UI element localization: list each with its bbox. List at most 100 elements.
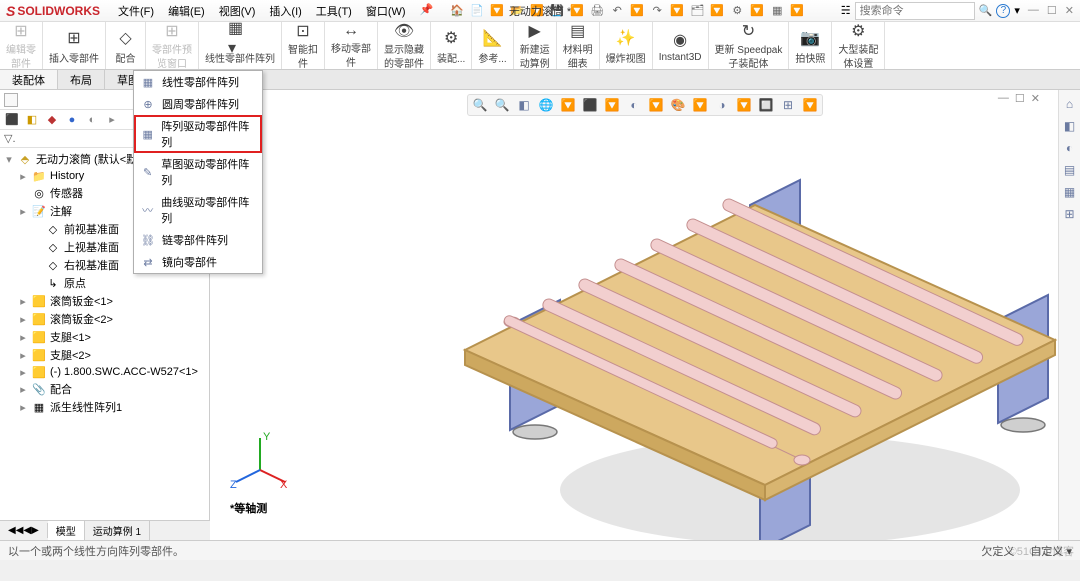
help-dd-icon[interactable]: ▾ — [1014, 4, 1020, 17]
dropdown-item-4[interactable]: 〰曲线驱动零部件阵列 — [134, 191, 262, 229]
tree-node-10[interactable]: ▸🟨支腿<2> — [0, 346, 209, 364]
search-input[interactable] — [855, 2, 975, 20]
panel-tab-4[interactable]: ◐ — [84, 112, 100, 128]
viewbar-btn-12[interactable]: 🔽 — [736, 97, 752, 113]
dropdown-item-2[interactable]: ▦阵列驱动零部件阵列 — [134, 115, 262, 153]
sub-maximize-button[interactable]: ☐ — [1015, 92, 1025, 105]
ribbon-cmd-12[interactable]: ✨爆炸视图 — [600, 22, 653, 69]
tree-node-8[interactable]: ▸🟨滚筒钣金<2> — [0, 310, 209, 328]
minimize-button[interactable]: — — [1028, 4, 1039, 17]
maximize-button[interactable]: ☐ — [1047, 4, 1057, 17]
menu-file[interactable]: 文件(F) — [112, 1, 160, 21]
viewbar-btn-11[interactable]: ◑ — [714, 97, 730, 113]
viewbar-btn-0[interactable]: 🔍 — [472, 97, 488, 113]
panel-btn-1[interactable] — [4, 93, 18, 107]
qat-btn-1[interactable]: 📄 — [469, 3, 485, 19]
menu-pin-icon[interactable]: 📌 — [414, 1, 440, 21]
panel-tab-1[interactable]: ◧ — [24, 112, 40, 128]
panel-tab-2[interactable]: ◆ — [44, 112, 60, 128]
ribbon-cmd-4[interactable]: ▦ ▾线性零部件阵列 — [199, 22, 282, 69]
taskpane-btn-3[interactable]: ▤ — [1062, 162, 1078, 178]
qat-btn-2[interactable]: 🔽 — [489, 3, 505, 19]
ribbon-cmd-14[interactable]: ↻更新 Speedpak子装配体 — [709, 22, 790, 69]
viewbar-btn-13[interactable]: 🔲 — [758, 97, 774, 113]
menu-edit[interactable]: 编辑(E) — [162, 1, 211, 21]
ribbon-cmd-3[interactable]: ⊞零部件预览窗口 — [146, 22, 199, 69]
ribbon-cmd-11[interactable]: ▤材料明细表 — [557, 22, 600, 69]
graphics-area[interactable]: — ☐ ✕ 🔍🔍◧🌐🔽⬛🔽◐🔽🎨🔽◑🔽🔲⊞🔽 — [210, 90, 1080, 540]
dropdown-item-5[interactable]: ⛓链零部件阵列 — [134, 229, 262, 251]
dropdown-item-0[interactable]: ▦线性零部件阵列 — [134, 71, 262, 93]
taskpane-btn-5[interactable]: ⊞ — [1062, 206, 1078, 222]
expand-icon[interactable]: ▸ — [18, 331, 28, 344]
ribbon-cmd-8[interactable]: ⚙装配... — [431, 22, 472, 69]
expand-icon[interactable]: ▸ — [18, 366, 28, 379]
view-triad[interactable]: Y X Z — [230, 430, 290, 490]
help-icon[interactable]: ? — [996, 4, 1010, 18]
viewbar-btn-7[interactable]: ◐ — [626, 97, 642, 113]
expand-icon[interactable]: ▸ — [18, 313, 28, 326]
qat-btn-17[interactable]: 🔽 — [789, 3, 805, 19]
viewbar-btn-1[interactable]: 🔍 — [494, 97, 510, 113]
viewbar-btn-10[interactable]: 🔽 — [692, 97, 708, 113]
qat-btn-9[interactable]: 🔽 — [629, 3, 645, 19]
tree-node-13[interactable]: ▸▦派生线性阵列1 — [0, 398, 209, 416]
qat-btn-6[interactable]: 🔽 — [569, 3, 585, 19]
close-button[interactable]: ✕ — [1065, 4, 1074, 17]
sub-minimize-button[interactable]: — — [998, 92, 1009, 105]
ribbon-cmd-15[interactable]: 📷拍快照 — [789, 22, 832, 69]
panel-tab-5[interactable]: ▸ — [104, 112, 120, 128]
ribbon-cmd-10[interactable]: ▶新建运动算例 — [514, 22, 557, 69]
qat-btn-7[interactable]: 🖨 — [589, 3, 605, 19]
taskpane-btn-0[interactable]: ⌂ — [1062, 96, 1078, 112]
tree-node-9[interactable]: ▸🟨支腿<1> — [0, 328, 209, 346]
taskpane-btn-4[interactable]: ▦ — [1062, 184, 1078, 200]
panel-tab-3[interactable]: ● — [64, 112, 80, 128]
ribbon-cmd-13[interactable]: ◉Instant3D — [653, 22, 709, 69]
tab-layout[interactable]: 布局 — [58, 70, 105, 89]
ribbon-cmd-6[interactable]: ↔移动零部件 — [325, 22, 378, 69]
dropdown-item-6[interactable]: ⇄镜向零部件 — [134, 251, 262, 273]
tree-node-11[interactable]: ▸🟨(-) 1.800.SWC.ACC-W527<1> — [0, 364, 209, 380]
expand-icon[interactable]: ▸ — [18, 295, 28, 308]
qat-btn-15[interactable]: 🔽 — [749, 3, 765, 19]
viewbar-btn-8[interactable]: 🔽 — [648, 97, 664, 113]
taskpane-btn-2[interactable]: ◐ — [1062, 140, 1078, 156]
sub-close-button[interactable]: ✕ — [1031, 92, 1040, 105]
expand-icon[interactable]: ▸ — [18, 349, 28, 362]
qat-btn-13[interactable]: 🔽 — [709, 3, 725, 19]
viewbar-btn-15[interactable]: 🔽 — [802, 97, 818, 113]
qat-btn-14[interactable]: ⚙ — [729, 3, 745, 19]
dropdown-item-1[interactable]: ⊕圆周零部件阵列 — [134, 93, 262, 115]
expand-icon[interactable]: ▸ — [18, 170, 28, 183]
bottom-tab-model[interactable]: 模型 — [48, 521, 85, 540]
viewbar-btn-5[interactable]: ⬛ — [582, 97, 598, 113]
bottom-tab-motion[interactable]: 运动算例 1 — [85, 521, 150, 540]
viewbar-btn-4[interactable]: 🔽 — [560, 97, 576, 113]
viewbar-btn-6[interactable]: 🔽 — [604, 97, 620, 113]
viewbar-btn-2[interactable]: ◧ — [516, 97, 532, 113]
dropdown-item-3[interactable]: ✎草图驱动零部件阵列 — [134, 153, 262, 191]
ribbon-cmd-2[interactable]: ◇配合 — [106, 22, 146, 69]
expand-icon[interactable]: ▾ — [4, 153, 14, 166]
ribbon-cmd-0[interactable]: ⊞编辑零部件 — [0, 22, 43, 69]
qat-btn-11[interactable]: 🔽 — [669, 3, 685, 19]
viewbar-btn-3[interactable]: 🌐 — [538, 97, 554, 113]
tab-assembly[interactable]: 装配体 — [0, 70, 58, 89]
bottom-nav-icons[interactable]: ◀◀◀▶ — [0, 523, 48, 538]
menu-insert[interactable]: 插入(I) — [263, 1, 307, 21]
taskpane-btn-1[interactable]: ◧ — [1062, 118, 1078, 134]
expand-icon[interactable]: ▸ — [18, 401, 28, 414]
viewbar-btn-14[interactable]: ⊞ — [780, 97, 796, 113]
ribbon-cmd-1[interactable]: ⊞插入零部件 — [43, 22, 106, 69]
tree-node-6[interactable]: ↳原点 — [0, 274, 209, 292]
tree-node-7[interactable]: ▸🟨滚筒钣金<1> — [0, 292, 209, 310]
ribbon-cmd-5[interactable]: ⊡智能扣件 — [282, 22, 325, 69]
tree-node-12[interactable]: ▸📎配合 — [0, 380, 209, 398]
expand-icon[interactable]: ▸ — [18, 205, 28, 218]
menu-tools[interactable]: 工具(T) — [310, 1, 358, 21]
qat-btn-8[interactable]: ↶ — [609, 3, 625, 19]
search-icon[interactable]: 🔍 — [979, 4, 993, 17]
panel-tab-0[interactable]: ⬛ — [4, 112, 20, 128]
qat-btn-16[interactable]: ▦ — [769, 3, 785, 19]
